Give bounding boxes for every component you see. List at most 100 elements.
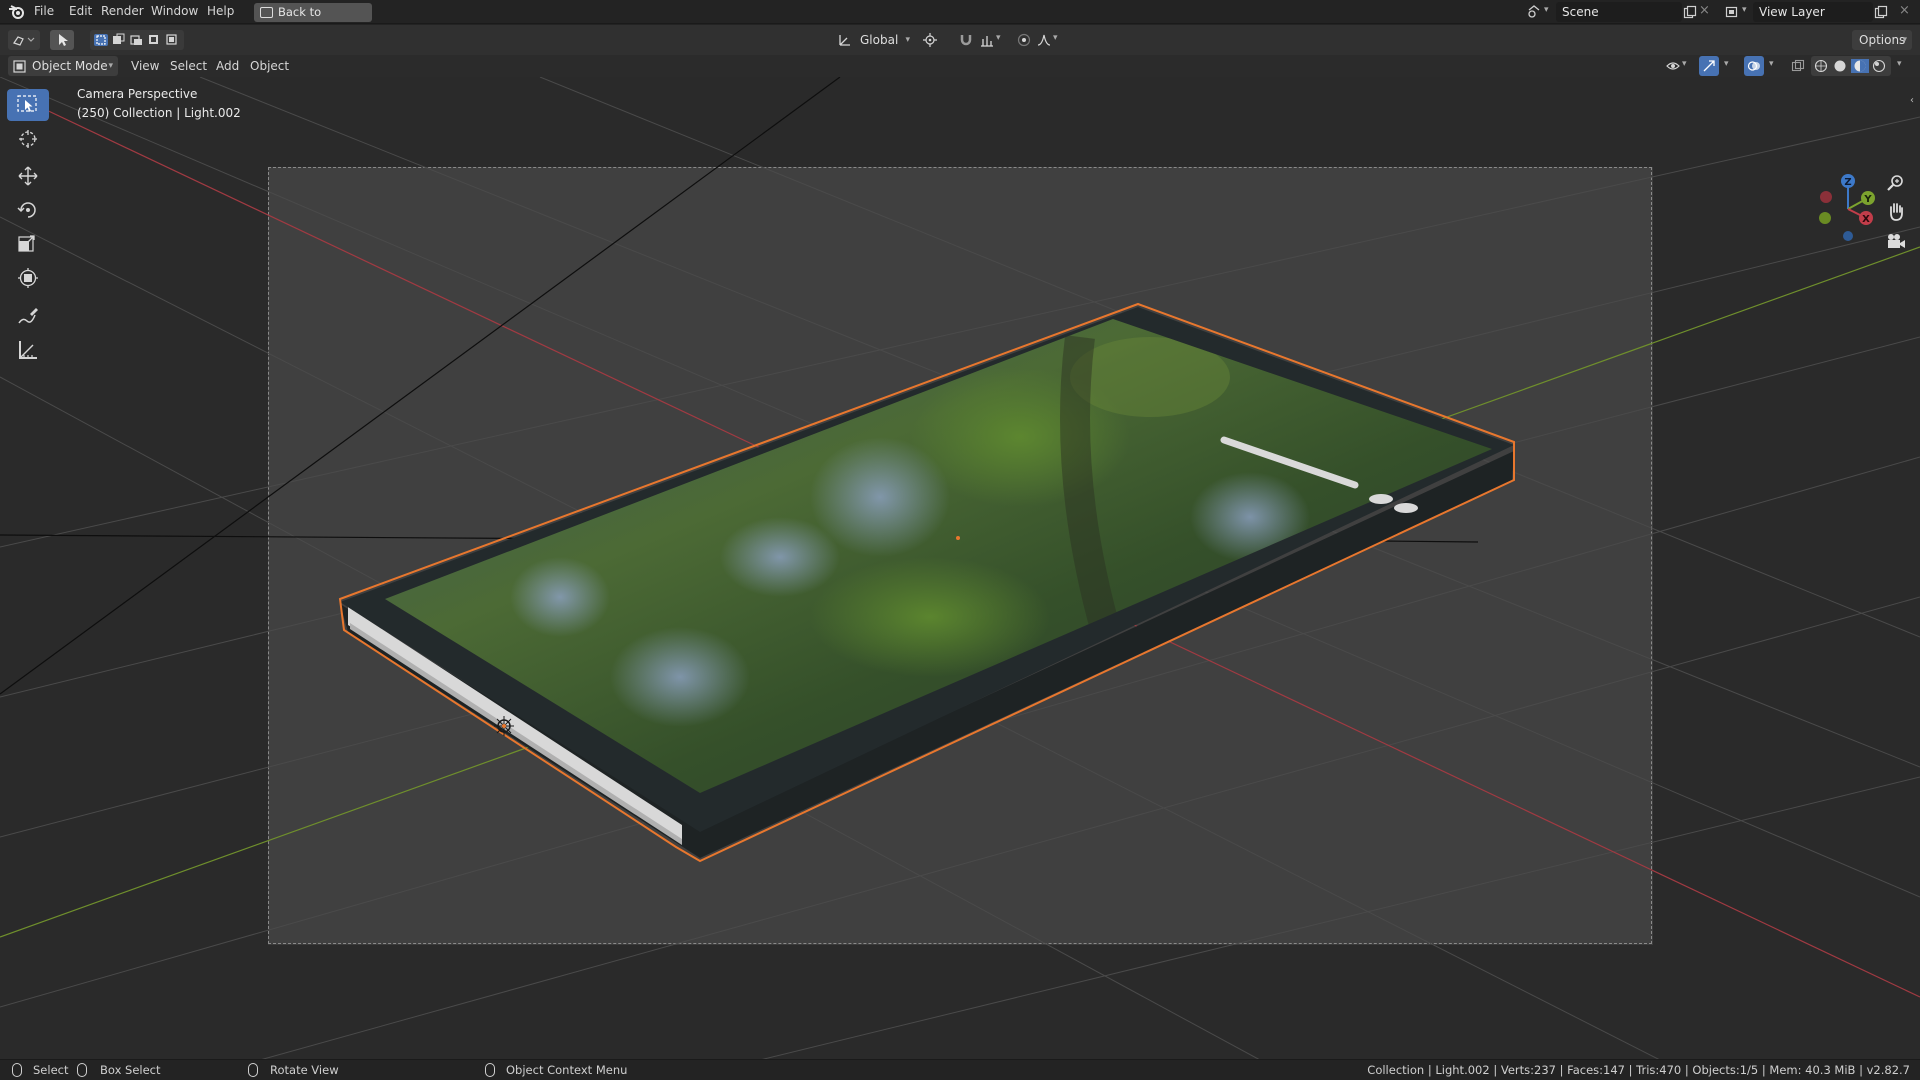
show-overlays-toggle[interactable] xyxy=(1744,56,1764,76)
pivot-point-icon[interactable] xyxy=(923,33,937,47)
menu-help[interactable]: Help xyxy=(207,4,234,18)
neg-x-axis-handle[interactable] xyxy=(1820,191,1832,203)
object-mode-label: Object Mode xyxy=(32,59,108,73)
scale-icon xyxy=(18,235,35,252)
annotate-pencil-icon xyxy=(18,308,38,324)
measure-ruler-icon xyxy=(19,341,37,359)
menu-file[interactable]: File xyxy=(34,4,54,18)
sidebar-toggle-icon[interactable]: ‹ xyxy=(1910,95,1914,106)
mouse-right-icon xyxy=(485,1063,495,1077)
chevron-down-icon: ▾ xyxy=(1902,35,1907,45)
falloff-curve-icon[interactable] xyxy=(1037,33,1051,47)
xray-toggle-icon[interactable] xyxy=(1791,59,1805,73)
view-layer-field[interactable]: View Layer xyxy=(1753,2,1873,22)
neg-z-axis-handle[interactable] xyxy=(1843,231,1853,241)
shading-mode-icons[interactable] xyxy=(1814,59,1888,73)
3d-viewport-icon xyxy=(13,36,35,46)
gizmo-chevron-icon[interactable]: ▾ xyxy=(1724,59,1729,69)
tool-scale[interactable] xyxy=(7,228,49,260)
snap-magnet-icon[interactable] xyxy=(959,33,973,47)
mouse-left-icon xyxy=(12,1063,22,1077)
overlays-icon xyxy=(1747,61,1760,71)
object-mode-icon xyxy=(13,60,26,73)
status-box-select: Box Select xyxy=(100,1063,161,1077)
scene-canvas xyxy=(0,77,1920,1060)
tool-annotate[interactable] xyxy=(7,301,49,333)
helper-line xyxy=(1379,540,1479,543)
scene-name: Scene xyxy=(1562,5,1599,19)
viewport-header: Object Mode ▾ View Select Add Object ▾ ▾… xyxy=(0,55,1920,77)
scene-icon[interactable] xyxy=(1527,5,1541,19)
pan-hand-icon[interactable] xyxy=(1882,199,1910,225)
snap-increment-icon[interactable] xyxy=(980,33,994,47)
3d-cursor-icon xyxy=(19,130,37,148)
collection-info: (250) Collection | Light.002 xyxy=(77,106,241,120)
visibility-chevron-icon[interactable]: ▾ xyxy=(1682,59,1687,69)
menu-render[interactable]: Render xyxy=(101,4,144,18)
options-label: Options xyxy=(1859,33,1906,47)
chevron-down-icon: ▾ xyxy=(108,61,113,71)
overlays-chevron-icon[interactable]: ▾ xyxy=(1769,59,1774,69)
light-object-icon[interactable] xyxy=(494,716,514,736)
tool-rotate[interactable] xyxy=(7,194,49,226)
status-context-menu: Object Context Menu xyxy=(506,1063,628,1077)
neg-y-axis-handle[interactable] xyxy=(1819,212,1831,224)
new-view-layer-icon[interactable] xyxy=(1874,5,1888,19)
remove-view-layer-icon[interactable]: × xyxy=(1899,3,1910,18)
y-axis-label: Y xyxy=(1863,194,1872,205)
mouse-drag-icon xyxy=(77,1063,87,1077)
scene-field[interactable]: Scene xyxy=(1556,2,1682,22)
tool-settings-header: Global ▾ ▾ ▾ Options ▾ xyxy=(0,25,1920,55)
object-mode-dropdown[interactable]: Object Mode ▾ xyxy=(8,56,118,76)
status-rotate-view: Rotate View xyxy=(270,1063,339,1077)
shading-chevron-icon[interactable]: ▾ xyxy=(1897,59,1902,69)
gizmo-icon xyxy=(1703,60,1715,72)
options-dropdown[interactable]: Options ▾ xyxy=(1852,30,1912,50)
x-axis-label: X xyxy=(1862,214,1870,225)
status-bar: Select Box Select Rotate View Object Con… xyxy=(0,1059,1920,1080)
view-layer-icon[interactable] xyxy=(1725,5,1739,19)
visibility-eye-icon[interactable] xyxy=(1666,59,1680,73)
phone-model[interactable] xyxy=(338,302,1515,863)
zoom-icon[interactable] xyxy=(1882,170,1910,196)
menu-edit[interactable]: Edit xyxy=(69,4,92,18)
tool-select-box[interactable] xyxy=(7,89,49,121)
show-gizmo-toggle[interactable] xyxy=(1699,56,1719,76)
transform-orientation-dropdown[interactable]: Global ▾ xyxy=(856,30,914,50)
snap-chevron-icon[interactable]: ▾ xyxy=(996,33,1001,43)
new-scene-icon[interactable] xyxy=(1683,5,1697,19)
back-to-previous-button[interactable]: Back to Previous xyxy=(254,3,372,38)
tool-measure[interactable] xyxy=(7,334,49,366)
add-menu[interactable]: Add xyxy=(216,56,239,76)
mouse-middle-icon xyxy=(248,1063,258,1077)
scene-chevron-icon[interactable]: ▾ xyxy=(1544,5,1549,15)
camera-view-icon[interactable] xyxy=(1882,229,1910,255)
object-origin xyxy=(956,536,960,540)
status-select: Select xyxy=(33,1063,69,1077)
view-name: Camera Perspective xyxy=(77,87,198,101)
tool-cursor[interactable] xyxy=(7,123,49,155)
falloff-chevron-icon[interactable]: ▾ xyxy=(1053,33,1058,43)
cursor-arrow-icon xyxy=(59,34,68,46)
scene-statistics: Collection | Light.002 | Verts:237 | Fac… xyxy=(1367,1063,1910,1077)
menu-window[interactable]: Window xyxy=(151,4,198,18)
tool-move[interactable] xyxy=(7,160,49,192)
transform-icon xyxy=(18,268,38,288)
selection-mode-icons xyxy=(94,33,177,46)
select-menu[interactable]: Select xyxy=(170,56,207,76)
transform-orientation-icon[interactable] xyxy=(838,33,852,47)
active-tool-button[interactable] xyxy=(50,30,74,50)
selection-mode-group xyxy=(90,30,184,50)
tool-transform[interactable] xyxy=(7,262,49,294)
editor-type-button[interactable] xyxy=(8,30,40,50)
select-box-icon xyxy=(17,95,37,112)
3d-viewport[interactable]: Camera Perspective (250) Collection | Li… xyxy=(0,77,1920,1060)
blender-logo-icon[interactable] xyxy=(8,4,26,20)
proportional-editing-icon[interactable] xyxy=(1017,33,1031,47)
view-layer-chevron-icon[interactable]: ▾ xyxy=(1742,5,1747,15)
navigation-gizmo[interactable]: Z Y X xyxy=(1800,169,1880,249)
remove-scene-icon[interactable]: × xyxy=(1699,3,1710,18)
view-menu[interactable]: View xyxy=(131,56,159,76)
object-menu[interactable]: Object xyxy=(250,56,289,76)
rotate-icon xyxy=(17,202,36,218)
